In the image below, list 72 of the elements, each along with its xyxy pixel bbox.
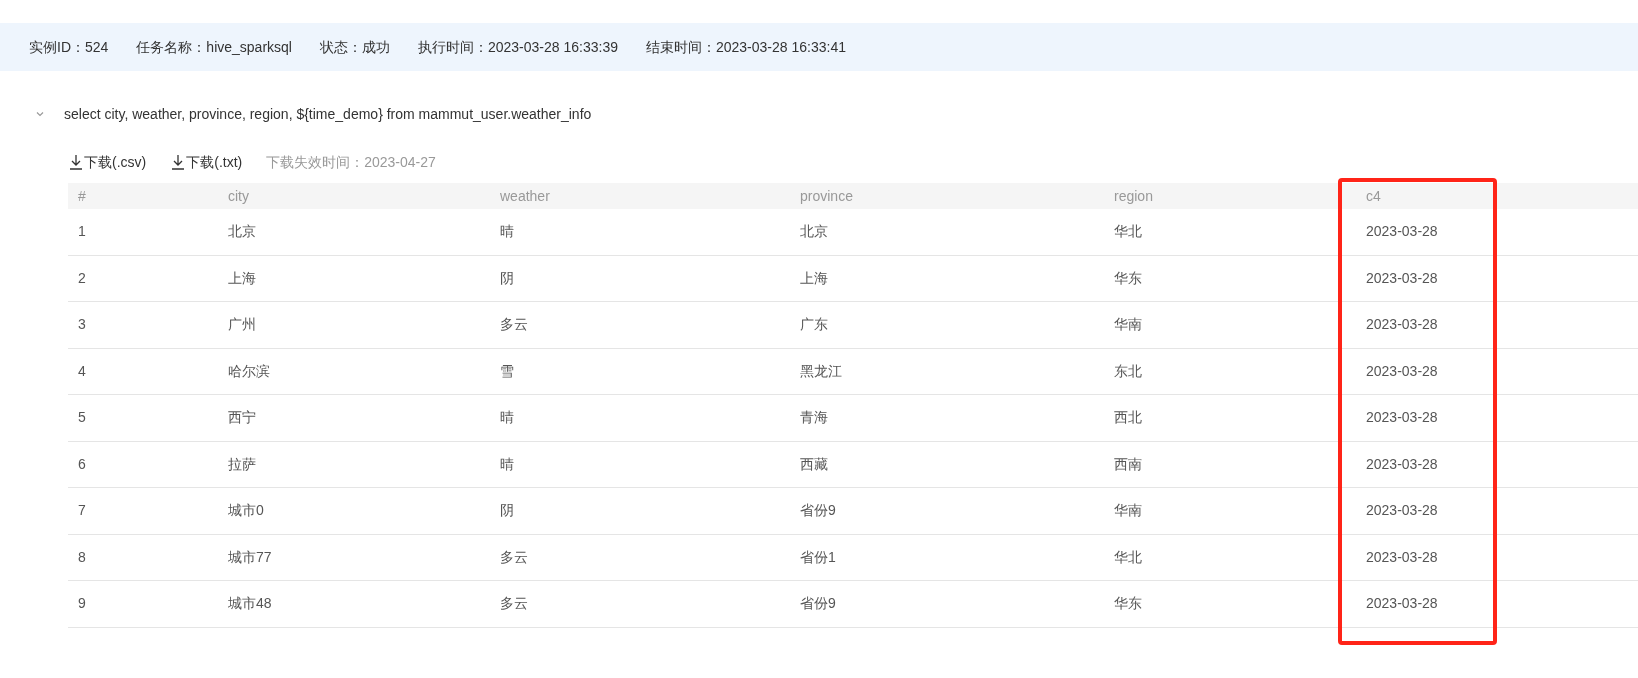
table-cell-text: 1 [77, 222, 87, 242]
table-cell-text: 多云 [499, 547, 529, 567]
chevron-icon [35, 109, 45, 119]
download-link[interactable]: 下载(.csv) [68, 151, 147, 173]
table-cell-text: 省份1 [799, 547, 837, 567]
table-cell-text: 2 [77, 268, 87, 288]
table-cell-text: 城市48 [227, 594, 273, 614]
table-cell-text: 西藏 [799, 454, 829, 474]
table-cell-text: 2023-03-28 [1365, 547, 1439, 567]
column-header: city [227, 186, 250, 206]
table-cell-text: 拉萨 [227, 454, 257, 474]
column-header: weather [499, 186, 551, 206]
table-cell-text: 阴 [499, 501, 515, 521]
table-cell-text: 2023-03-28 [1365, 454, 1439, 474]
sql-query: select city, weather, province, region, ${time_demo} from mammut_user.weather_info [64, 104, 592, 124]
table-cell-text: 9 [77, 594, 87, 614]
table-cell-text: 2023-03-28 [1365, 361, 1439, 381]
table-cell-text: 东北 [1113, 361, 1143, 381]
table-cell-text: 北京 [799, 222, 829, 242]
table-cell-text: 城市77 [227, 547, 273, 567]
table-cell-text: 晴 [499, 408, 515, 428]
download-link[interactable]: 下载(.txt) [170, 151, 243, 173]
table-cell-text: 2023-03-28 [1365, 315, 1439, 335]
table-cell-text: 青海 [799, 408, 829, 428]
table-cell-text: 广东 [799, 315, 829, 335]
table-cell-text: 5 [77, 408, 87, 428]
table-cell-text: 4 [77, 361, 87, 381]
table-cell-text: 6 [77, 454, 87, 474]
column-header: region [1113, 186, 1154, 206]
table-cell-text: 广州 [227, 315, 257, 335]
table-cell-text: 北京 [227, 222, 257, 242]
table-cell-text: 华南 [1113, 315, 1143, 335]
table-cell-text: 2023-03-28 [1365, 408, 1439, 428]
column-header: c4 [1365, 186, 1382, 206]
table-cell-text: 上海 [799, 268, 829, 288]
table-cell-text: 华北 [1113, 547, 1143, 567]
table-cell-text: 阴 [499, 268, 515, 288]
info-field: 任务名称：hive_sparksql [136, 36, 292, 58]
table-cell-text: 2023-03-28 [1365, 268, 1439, 288]
download-icon [68, 154, 84, 170]
info-field: 状态：成功 [319, 36, 390, 58]
table-cell-text: 华东 [1113, 268, 1143, 288]
expiry-text: 下载失效时间：2023-04-27 [266, 152, 436, 172]
table-cell-text: 2023-03-28 [1365, 501, 1439, 521]
table-cell-text: 城市0 [227, 501, 265, 521]
table-cell-text: 省份9 [799, 501, 837, 521]
column-header: province [799, 186, 854, 206]
table-cell-text: 2023-03-28 [1365, 594, 1439, 614]
column-header: # [77, 186, 87, 206]
table-cell-text: 西宁 [227, 408, 257, 428]
table-cell-text: 2023-03-28 [1365, 222, 1439, 242]
table-cell-text: 西北 [1113, 408, 1143, 428]
table-cell-text: 多云 [499, 315, 529, 335]
table-cell-text: 晴 [499, 454, 515, 474]
table-cell-text: 西南 [1113, 454, 1143, 474]
table-cell-text: 哈尔滨 [227, 361, 271, 381]
info-field: 实例ID：524 [29, 36, 109, 58]
table-cell-text: 省份9 [799, 594, 837, 614]
download-icon [170, 154, 187, 170]
info-field: 执行时间：2023-03-28 16:33:39 [417, 36, 618, 58]
table-cell-text: 晴 [499, 222, 515, 242]
table-cell-text: 华东 [1113, 594, 1143, 614]
table-cell-text: 3 [77, 315, 87, 335]
table-cell-text: 华南 [1113, 501, 1143, 521]
table-cell-text: 8 [77, 547, 87, 567]
table-cell-text: 雪 [499, 361, 515, 381]
table-cell-text: 黑龙江 [799, 361, 843, 381]
table-cell-text: 华北 [1113, 222, 1143, 242]
table-cell-text: 上海 [227, 268, 257, 288]
table-cell-text: 7 [77, 501, 87, 521]
table-cell-text: 多云 [499, 594, 529, 614]
info-field: 结束时间：2023-03-28 16:33:41 [645, 36, 846, 58]
